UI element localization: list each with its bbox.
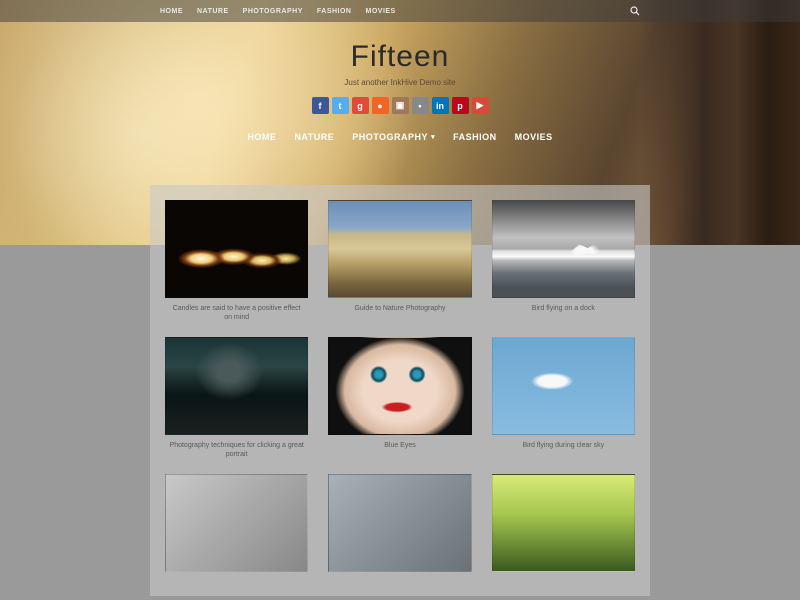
- post-caption: [328, 578, 471, 596]
- post-caption: Blue Eyes: [328, 441, 471, 459]
- post-caption: [492, 578, 635, 596]
- topnav-photography[interactable]: PHOTOGRAPHY: [243, 8, 303, 15]
- rss-icon[interactable]: ●: [372, 97, 389, 114]
- social-row: f t g ● ▣ • in p ▶: [0, 97, 800, 114]
- post-caption: [165, 578, 308, 596]
- chevron-down-icon: ▾: [431, 133, 435, 141]
- flickr-icon[interactable]: •: [412, 97, 429, 114]
- post-caption: Photography techniques for clicking a gr…: [165, 441, 308, 459]
- topnav-fashion[interactable]: FASHION: [317, 8, 352, 15]
- post-thumbnail[interactable]: [492, 474, 635, 572]
- facebook-icon[interactable]: f: [312, 97, 329, 114]
- post-card[interactable]: Blue Eyes: [328, 337, 471, 459]
- post-thumbnail[interactable]: [328, 474, 471, 572]
- main-nav: HOME NATURE PHOTOGRAPHY▾ FASHION MOVIES: [0, 132, 800, 142]
- post-caption: Guide to Nature Photography: [328, 304, 471, 322]
- post-grid: Candles are said to have a positive effe…: [165, 200, 635, 596]
- post-caption: Bird flying during clear sky: [492, 441, 635, 459]
- instagram-icon[interactable]: ▣: [392, 97, 409, 114]
- post-card[interactable]: Guide to Nature Photography: [328, 200, 471, 322]
- linkedin-icon[interactable]: in: [432, 97, 449, 114]
- twitter-icon[interactable]: t: [332, 97, 349, 114]
- topnav-movies[interactable]: MOVIES: [366, 8, 396, 15]
- post-caption: Bird flying on a dock: [492, 304, 635, 322]
- post-thumbnail[interactable]: [165, 474, 308, 572]
- post-card[interactable]: Bird flying on a dock: [492, 200, 635, 322]
- topnav-nature[interactable]: NATURE: [197, 8, 229, 15]
- post-card[interactable]: [492, 474, 635, 596]
- search-icon[interactable]: [630, 6, 640, 16]
- post-card[interactable]: Photography techniques for clicking a gr…: [165, 337, 308, 459]
- mainnav-movies[interactable]: MOVIES: [515, 132, 553, 142]
- mainnav-fashion[interactable]: FASHION: [453, 132, 497, 142]
- post-card[interactable]: [165, 474, 308, 596]
- post-thumbnail[interactable]: [492, 200, 635, 298]
- top-nav: HOME NATURE PHOTOGRAPHY FASHION MOVIES: [0, 0, 800, 22]
- mainnav-photography[interactable]: PHOTOGRAPHY▾: [352, 132, 435, 142]
- post-thumbnail[interactable]: [328, 337, 471, 435]
- post-thumbnail[interactable]: [328, 200, 471, 298]
- youtube-icon[interactable]: ▶: [472, 97, 489, 114]
- post-card[interactable]: [328, 474, 471, 596]
- post-caption: Candles are said to have a positive effe…: [165, 304, 308, 322]
- post-thumbnail[interactable]: [165, 200, 308, 298]
- topnav-home[interactable]: HOME: [160, 8, 183, 15]
- mainnav-nature[interactable]: NATURE: [294, 132, 334, 142]
- post-thumbnail[interactable]: [492, 337, 635, 435]
- mainnav-home[interactable]: HOME: [247, 132, 276, 142]
- post-card[interactable]: Bird flying during clear sky: [492, 337, 635, 459]
- google-icon[interactable]: g: [352, 97, 369, 114]
- site-title[interactable]: Fifteen: [0, 40, 800, 74]
- content-panel: Candles are said to have a positive effe…: [150, 185, 650, 596]
- post-thumbnail[interactable]: [165, 337, 308, 435]
- pinterest-icon[interactable]: p: [452, 97, 469, 114]
- post-card[interactable]: Candles are said to have a positive effe…: [165, 200, 308, 322]
- site-tagline: Just another InkHive Demo site: [0, 78, 800, 87]
